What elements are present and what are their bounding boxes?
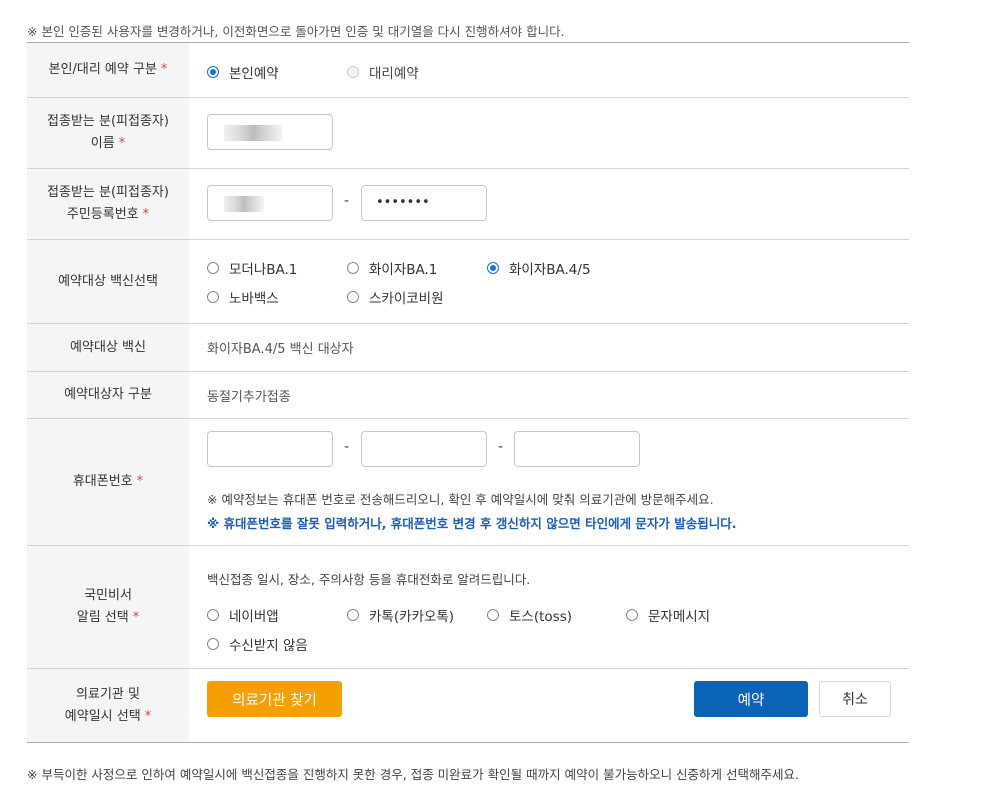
radio-selected-icon <box>487 262 499 274</box>
rrn-back-input[interactable]: ••••••• <box>361 185 487 221</box>
radio-no-notification[interactable]: 수신받지 않음 <box>207 634 308 654</box>
radio-toss[interactable]: 토스(toss) <box>487 605 572 625</box>
radio-kakaotalk[interactable]: 카톡(카카오톡) <box>347 605 454 625</box>
rrn-separator: - <box>344 193 350 209</box>
label-name-line1: 접종받는 분(피접종자) <box>47 114 169 129</box>
required-mark: * <box>144 708 152 724</box>
target-category-value: 동절기추가접종 <box>207 389 291 405</box>
radio-icon <box>347 609 359 621</box>
radio-icon <box>347 262 359 274</box>
radio-icon <box>207 609 219 621</box>
label-alert-line1: 국민비서 <box>84 588 132 603</box>
label-alert-line2: 알림 선택 <box>76 610 129 625</box>
radio-icon <box>207 291 219 303</box>
phone-info-note: ※ 예약정보는 휴대폰 번호로 전송해드리오니, 확인 후 예약일시에 맞춰 의… <box>207 492 714 507</box>
reserve-button[interactable]: 예약 <box>694 681 808 717</box>
radio-icon <box>626 609 638 621</box>
radio-icon <box>347 291 359 303</box>
radio-pfizer-ba45[interactable]: 화이자BA.4/5 <box>487 258 591 278</box>
target-vaccine-value: 화이자BA.4/5 백신 대상자 <box>207 342 354 357</box>
top-notice: ※ 본인 인증된 사용자를 변경하거나, 이전화면으로 돌아가면 인증 및 대기… <box>27 24 565 39</box>
alert-description: 백신접종 일시, 장소, 주의사항 등을 휴대전화로 알려드립니다. <box>207 572 531 587</box>
row-target-category: 예약대상자 구분 동절기추가접종 <box>27 372 909 419</box>
masked-name <box>224 125 282 141</box>
radio-icon <box>487 609 499 621</box>
label-phone: 휴대폰번호 <box>72 474 133 489</box>
label-vaccine-select: 예약대상 백신선택 <box>58 273 158 289</box>
required-mark: * <box>118 136 126 151</box>
radio-icon <box>207 262 219 274</box>
row-name: 접종받는 분(피접종자) 이름 * <box>27 98 909 169</box>
required-mark: * <box>142 207 150 222</box>
row-vaccine-select: 예약대상 백신선택 모더나BA.1 화이자BA.1 화이자BA.4/5 노바백스… <box>27 240 909 324</box>
label-target-category: 예약대상자 구분 <box>64 387 152 402</box>
label-reservation-type: 본인/대리 예약 구분 <box>48 62 157 77</box>
row-phone: 휴대폰번호 * - - ※ 예약정보는 휴대폰 번호로 전송해드리오니, 확인 후… <box>27 419 909 546</box>
required-mark: * <box>132 610 140 625</box>
radio-icon <box>207 638 219 650</box>
radio-pfizer-ba1[interactable]: 화이자BA.1 <box>347 258 437 278</box>
row-target-vaccine: 예약대상 백신 화이자BA.4/5 백신 대상자 <box>27 324 909 372</box>
label-clinic-line1: 의료기관 및 <box>76 686 140 702</box>
radio-sms[interactable]: 문자메시지 <box>626 605 710 625</box>
radio-selected-icon <box>207 66 219 78</box>
phone-part2-input[interactable] <box>361 431 487 467</box>
radio-novavax[interactable]: 노바백스 <box>207 287 279 307</box>
radio-proxy-reservation[interactable]: 대리예약 <box>347 62 419 82</box>
row-reservation-type: 본인/대리 예약 구분 * 본인예약 대리예약 <box>27 43 909 98</box>
phone-part1-input[interactable] <box>207 431 333 467</box>
radio-skycovione[interactable]: 스카이코비원 <box>347 287 444 307</box>
reservation-form: 본인/대리 예약 구분 * 본인예약 대리예약 접종받는 분(피접종자) 이름 * <box>27 42 909 743</box>
phone-separator-2: - <box>498 439 504 455</box>
phone-part3-input[interactable] <box>514 431 640 467</box>
label-clinic-line2: 예약일시 선택 <box>64 708 141 724</box>
required-mark: * <box>160 62 168 77</box>
phone-warning-note: ※ 휴대폰번호를 잘못 입력하거나, 휴대폰번호 변경 후 갱신하지 않으면 타… <box>207 516 737 531</box>
radio-self-reservation[interactable]: 본인예약 <box>207 62 279 82</box>
radio-disabled-icon <box>347 66 359 78</box>
phone-separator-1: - <box>344 439 350 455</box>
required-mark: * <box>136 474 144 489</box>
masked-rrn-front <box>224 196 264 212</box>
rrn-front-input[interactable] <box>207 185 333 221</box>
label-name-line2: 이름 <box>90 136 115 151</box>
row-alert-select: 국민비서 알림 선택 * 백신접종 일시, 장소, 주의사항 등을 휴대전화로 알… <box>27 546 909 669</box>
label-target-vaccine: 예약대상 백신 <box>70 339 146 355</box>
bottom-notice: ※ 부득이한 사정으로 인하여 예약일시에 백신접종을 진행하지 못한 경우, … <box>27 767 799 782</box>
label-rrn-line1: 접종받는 분(피접종자) <box>47 185 169 200</box>
find-clinic-button[interactable]: 의료기관 찾기 <box>207 681 342 717</box>
cancel-button[interactable]: 취소 <box>819 681 891 717</box>
row-clinic-select: 의료기관 및 예약일시 선택 * 의료기관 찾기 예약 취소 <box>27 669 909 743</box>
label-rrn-line2: 주민등록번호 <box>66 207 139 222</box>
name-input[interactable] <box>207 114 333 150</box>
radio-moderna-ba1[interactable]: 모더나BA.1 <box>207 258 297 278</box>
radio-naver-app[interactable]: 네이버앱 <box>207 605 279 625</box>
row-rrn: 접종받는 분(피접종자) 주민등록번호 * - ••••••• <box>27 169 909 240</box>
